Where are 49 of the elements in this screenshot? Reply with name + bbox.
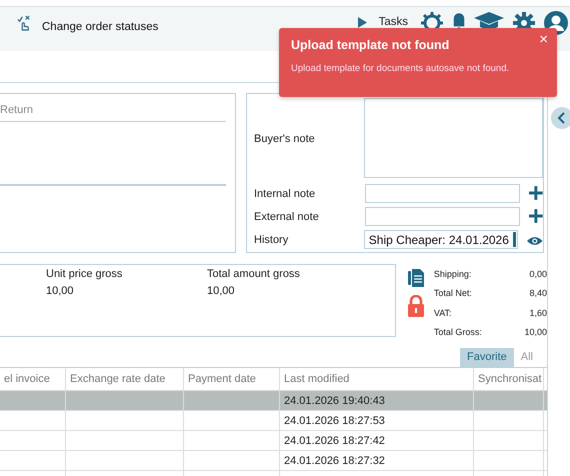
note-label: Internal note (254, 188, 316, 202)
table-cell: 24.01.2026 19:40:43 (284, 394, 385, 406)
table-row[interactable]: 24.01.2026 18:27:42 (0, 431, 547, 451)
table-row[interactable]: 24.01.2026 19:40:43 (0, 391, 547, 411)
column-header[interactable]: Payment date (184, 368, 280, 390)
table-cell: 24.01.2026 18:27:53 (284, 414, 385, 426)
summary-value: 0,00 (529, 268, 547, 279)
tasks-link[interactable]: Tasks (378, 16, 408, 28)
summary-label: Total Gross: (434, 327, 482, 338)
table-cell: 24.01.2026 18:27:42 (284, 434, 385, 446)
note-field[interactable] (364, 207, 520, 226)
note-label: Buyer's note (254, 133, 316, 145)
note-label: History (254, 234, 290, 248)
view-tab[interactable]: Favorite (460, 348, 514, 367)
summary-value: 8,40 (529, 288, 547, 298)
add-icon[interactable] (529, 186, 543, 200)
collapse-handle[interactable] (551, 107, 570, 129)
status-change-icon[interactable] (17, 15, 31, 31)
graduation-cap-icon[interactable] (474, 11, 504, 31)
column-header[interactable]: Last modified (280, 368, 474, 390)
change-order-statuses-button[interactable]: Change order statuses (42, 21, 158, 33)
lock-icon[interactable] (408, 295, 424, 317)
note-field[interactable]: Ship Cheaper: 24.01.2026 (364, 230, 518, 249)
column-header[interactable]: el invoice (0, 368, 66, 390)
column-header[interactable]: Exchange rate date (66, 368, 184, 390)
buyer-note-field[interactable] (364, 98, 543, 178)
add-icon[interactable] (529, 209, 543, 223)
table-cell: 24.01.2026 18:27:32 (284, 454, 385, 466)
summary-label: Total Net: (434, 288, 472, 298)
notification-title: Upload template not found (291, 38, 450, 52)
document-icon[interactable] (408, 269, 424, 287)
note-field[interactable] (364, 184, 520, 203)
view-tab[interactable]: All (514, 348, 540, 367)
summary-label: VAT: (434, 308, 452, 318)
note-label: External note (254, 211, 320, 225)
eye-icon[interactable] (527, 236, 543, 246)
table-row[interactable]: 24.01.2026 18:27:32 (0, 451, 547, 471)
column-header[interactable]: Synchronisat (474, 368, 544, 390)
table-row[interactable]: 24.01.2026 18:27:53 (0, 411, 547, 431)
notification-message: Upload template for documents autosave not found. (291, 63, 510, 74)
summary-label: Shipping: (434, 268, 472, 279)
close-button[interactable]: × (536, 32, 551, 47)
column-label: Unit price gross (46, 268, 124, 280)
summary-value: 1,60 (529, 308, 547, 318)
summary-value: 10,00 (524, 327, 547, 338)
price-value: 10,00 (46, 285, 75, 297)
price-value: 10,00 (207, 285, 236, 297)
column-label: Total amount gross (207, 268, 301, 280)
play-icon (358, 17, 367, 28)
